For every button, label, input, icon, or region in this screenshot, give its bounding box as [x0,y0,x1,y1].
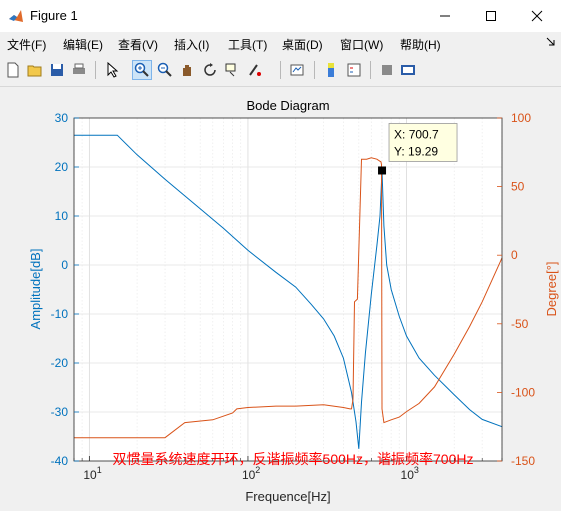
toolbar [0,56,561,87]
annotation-text: 双惯量系统速度开环，反谐振频率500Hz，谐振频率700Hz [113,451,474,467]
link-plot-icon[interactable] [287,60,307,80]
close-icon[interactable] [514,0,560,32]
open-file-icon[interactable] [25,60,45,80]
menu-help[interactable]: 帮助(H) [400,36,441,53]
x-tick-label: 102 [242,465,260,482]
y-tick-label-left: -40 [51,454,69,468]
bode-plot[interactable]: 101 102 1033020100-10-20-30-40100500-50-10… [0,87,561,506]
y-tick-label-left: -30 [51,405,69,419]
new-figure-icon[interactable] [3,60,23,80]
menu-view[interactable]: 查看(V) [118,36,158,53]
x-axis-label: Frequence[Hz] [245,489,330,504]
y-tick-label-right: 0 [511,248,518,262]
y-tick-label-left: 30 [55,111,69,125]
menu-tools[interactable]: 工具(T) [228,36,267,53]
matlab-icon [8,8,24,24]
x-tick-label: 101 [83,465,101,482]
legend-icon[interactable] [344,60,364,80]
y-tick-label-left: 10 [55,209,69,223]
pointer-icon[interactable] [102,60,122,80]
zoom-out-icon[interactable] [155,60,175,80]
y-tick-label-right: -150 [511,454,535,468]
save-icon[interactable] [47,60,67,80]
datatip-marker [378,166,387,175]
datatip-x-label: X: 700.7 [394,127,439,141]
menu-insert[interactable]: 插入(I) [174,36,209,53]
colorbar-icon[interactable] [321,60,341,80]
pan-icon[interactable] [177,60,197,80]
dock-arrow-icon[interactable] [546,35,555,49]
figure-canvas: 101 102 103 30 20 10 0 -10 -20 -30 -40 100 50 0 -50 -10… [0,87,561,506]
title-bar: Figure 1 [0,0,561,32]
menu-edit[interactable]: 编辑(E) [63,36,103,53]
datatip-y-label: Y: 19.29 [394,144,438,158]
plot-area [74,118,502,461]
y-tick-label-right: 100 [511,111,531,125]
menu-window[interactable]: 窗口(W) [340,36,383,53]
zoom-in-icon[interactable] [132,60,152,80]
menu-bar: 文件(F) 编辑(E) 查看(V) 插入(I) 工具(T) 桌面(D) 窗口(W… [0,32,561,56]
x-tick-label: 103 [401,465,419,482]
hide-plot-tools-icon[interactable] [377,60,397,80]
y-axis-label-right: Degree[°] [544,261,559,316]
print-icon[interactable] [69,60,89,80]
show-plot-tools-icon[interactable] [398,60,418,80]
y-tick-label-left: -20 [51,356,69,370]
y-tick-label-left: 0 [61,258,68,272]
chart-title: Bode Diagram [246,98,329,113]
window-title: Figure 1 [30,8,78,23]
minimize-icon[interactable] [422,0,468,32]
rotate-icon[interactable] [200,60,220,80]
y-axis-label-left: Amplitude[dB] [28,249,43,330]
y-tick-label-right: 50 [511,180,525,194]
menu-desktop[interactable]: 桌面(D) [282,36,323,53]
brush-icon[interactable] [245,60,265,80]
y-tick-label-left: -10 [51,307,69,321]
y-tick-label-right: -50 [511,317,529,331]
y-tick-label-left: 20 [55,160,69,174]
menu-file[interactable]: 文件(F) [7,36,46,53]
data-cursor-icon[interactable] [222,60,242,80]
maximize-icon[interactable] [468,0,514,32]
y-tick-label-right: -100 [511,385,535,399]
